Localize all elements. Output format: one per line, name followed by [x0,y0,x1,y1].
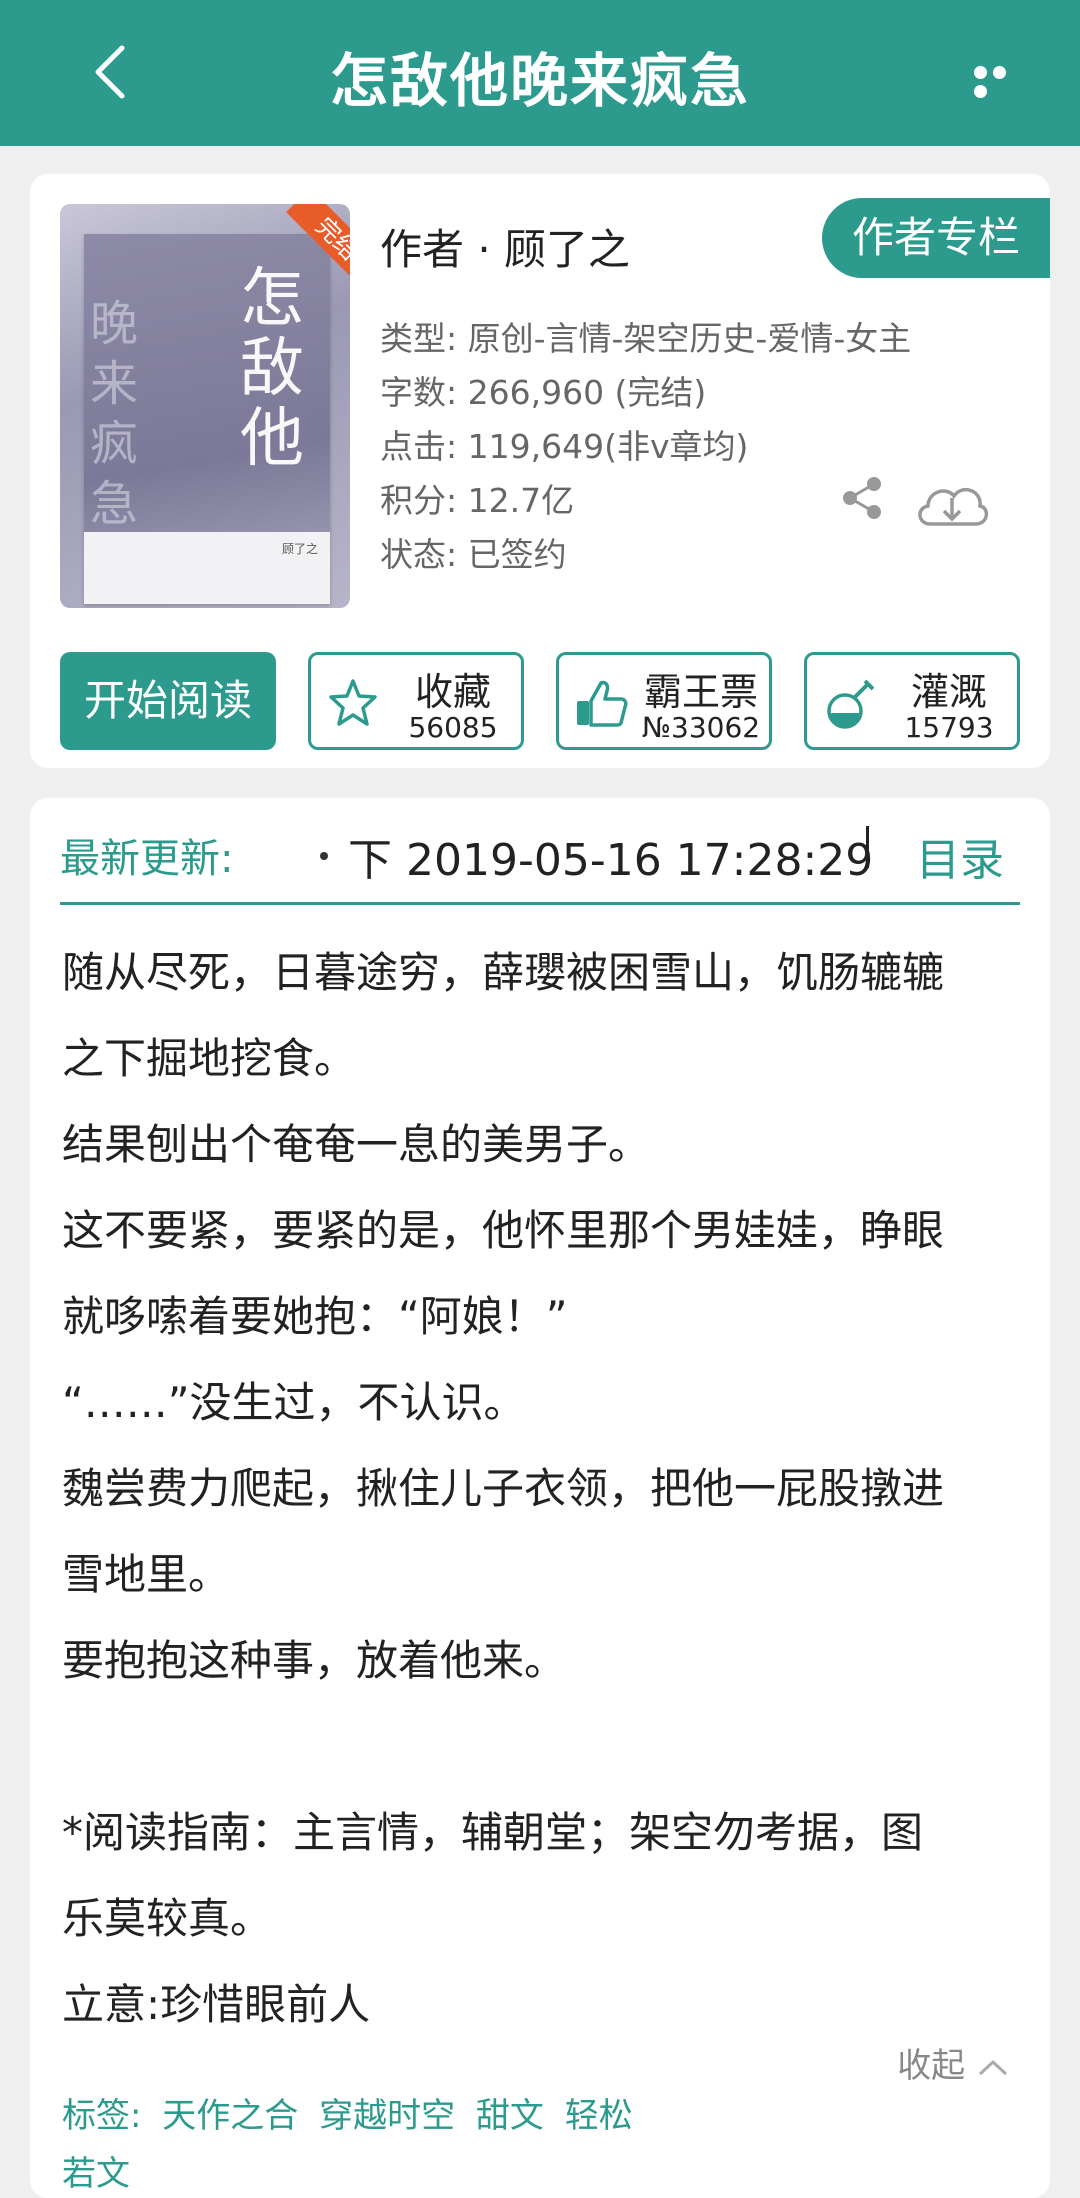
book-type: 类型: 原创-言情-架空历史-爱情-女主 [380,319,912,358]
favorite-button[interactable]: 收藏 56085 [308,652,524,750]
bawang-count: №33062 [641,711,761,744]
tags-label: 标签: [62,2096,142,2136]
favorite-count: 56085 [408,711,498,744]
update-dot-icon [320,852,328,860]
book-info-card: 怎敌他 晚来疯急 顾了之 完结 作者 · 顾了之 作者专栏 类型: 原创-言情-… [30,174,1050,768]
latest-update-label: 最新更新: [60,836,234,882]
synopsis-line: 要抱抱这种事，放着他来。 [62,1636,567,1685]
bawang-label: 霸王票 [643,670,758,714]
synopsis-line: 魏尝费力爬起，揪住儿子衣领，把他一屁股撴进 [62,1464,945,1513]
synopsis-line: 结果刨出个奄奄一息的美男子。 [62,1120,651,1169]
tag-item[interactable]: 天作之合 [162,2096,298,2136]
synopsis-line: 就哆嗦着要她抱：“阿娘！” [62,1292,568,1341]
author-column-button[interactable]: 作者专栏 [822,198,1050,278]
download-cloud-icon[interactable] [912,474,992,534]
share-icon[interactable] [838,474,886,522]
synopsis-line: 立意:珍惜眼前人 [62,1980,371,2029]
synopsis-line: 乐莫较真。 [62,1894,273,1943]
book-synopsis: 随从尽死，日暮途穷，薛瓔被困雪山，饥肠辘辘 之下掘地挖食。 结果刨出个奄奄一息的… [62,930,1032,2048]
synopsis-line: 雪地里。 [62,1550,231,1599]
favorite-label: 收藏 [414,670,491,714]
page-title: 怎敌他晚来疯急 [329,47,750,115]
irrigate-button[interactable]: 灌溉 15793 [804,652,1020,750]
synopsis-line: 随从尽死，日暮途穷，薛瓔被困雪山，饥肠辘辘 [62,948,945,997]
book-score: 积分: 12.7亿 [380,481,575,520]
synopsis-line: *阅读指南：主言情，辅朝堂；架空勿考据，图 [62,1808,924,1857]
book-cover[interactable]: 怎敌他 晚来疯急 顾了之 完结 [60,204,350,608]
irrigate-label: 灌溉 [910,670,987,714]
table-of-contents-link[interactable]: 目录 [916,824,1004,888]
chevron-up-icon [978,2059,1008,2075]
book-word-count: 字数: 266,960 (完结) [380,373,707,412]
collapse-button[interactable]: 收起 [897,2038,1010,2087]
top-app-bar: 怎敌他晚来疯急 [0,0,1080,146]
book-clicks: 点击: 119,649(非v章均) [380,427,749,466]
divider [866,826,869,868]
book-intro-card: 最新更新: 下 2019-05-16 17:28:29 目录 随从尽死，日暮途穷… [30,798,1050,2198]
synopsis-line: 这不要紧，要紧的是，他怀里那个男娃娃，睁眼 [62,1206,945,1255]
thumbs-up-icon [577,680,628,727]
tag-item[interactable]: 甜文 [476,2096,544,2136]
watering-bottle-icon [827,679,875,729]
collapse-label: 收起 [897,2046,966,2086]
book-meta: 类型: 原创-言情-架空历史-爱情-女主 字数: 266,960 (完结) 点击… [380,312,911,582]
divider [60,902,1020,905]
tag-list: 标签: 天作之合 穿越时空 甜文 轻松 [62,2088,643,2137]
synopsis-line: 之下掘地挖食。 [62,1034,357,1083]
cover-title-text: 怎敌他 [240,262,304,476]
book-status: 状态: 已签约 [380,535,567,574]
cover-author-text: 顾了之 [282,542,319,556]
irrigate-count: 15793 [904,711,994,744]
synopsis-blank-line [62,1704,1032,1790]
bawang-ticket-button[interactable]: 霸王票 №33062 [556,652,772,750]
tag-list-next-line: 若文 [62,2154,130,2194]
start-reading-button[interactable]: 开始阅读 [60,652,276,750]
tag-item[interactable]: 轻松 [565,2096,633,2136]
author-name[interactable]: 作者 · 顾了之 [380,216,630,277]
cover-subtitle-text: 晚来疯急 [90,296,139,532]
tag-item[interactable]: 穿越时空 [319,2096,455,2136]
more-options-icon[interactable] [974,64,1028,98]
star-icon [329,679,377,726]
synopsis-line: “……”没生过，不认识。 [62,1378,526,1427]
latest-update-text[interactable]: 下 2019-05-16 17:28:29 [348,824,890,888]
